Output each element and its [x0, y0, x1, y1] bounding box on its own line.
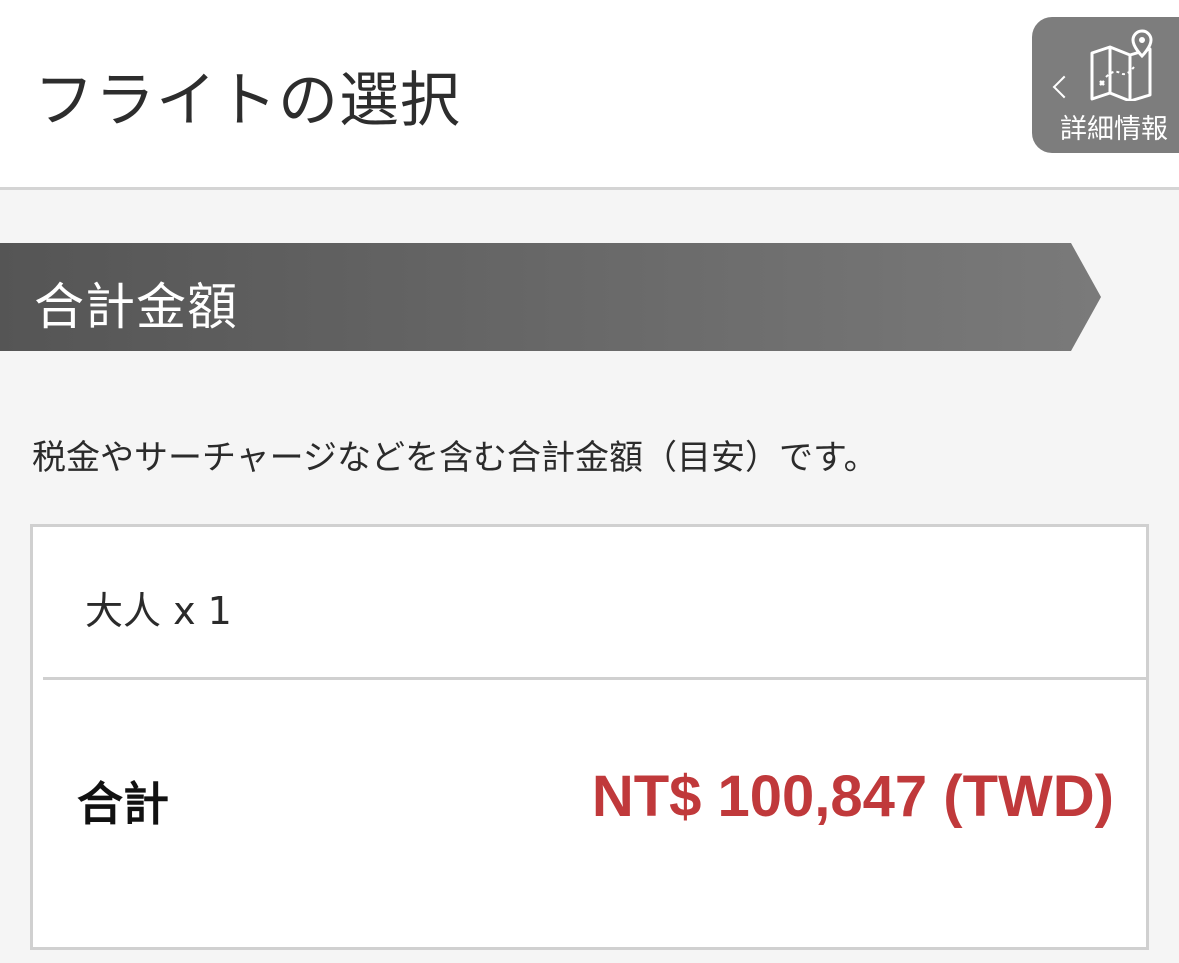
page-title: フライトの選択 — [34, 66, 461, 136]
map-icon — [1090, 29, 1153, 101]
divider — [43, 677, 1146, 680]
passenger-count: 大人 x 1 — [85, 589, 232, 633]
details-button-label: 詳細情報 — [1060, 114, 1168, 145]
total-amount: NT$ 100,847 (TWD) — [591, 764, 1114, 829]
section-banner: 合計金額 — [0, 243, 1101, 351]
passenger-row: 大人 x 1 — [33, 527, 1146, 679]
total-label: 合計 — [77, 777, 169, 831]
chevron-left-icon — [1052, 75, 1076, 99]
summary-card: 大人 x 1 合計 NT$ 100,847 (TWD) — [30, 524, 1149, 950]
section-title: 合計金額 — [34, 278, 238, 336]
details-button[interactable]: 詳細情報 — [1032, 17, 1179, 153]
header: フライトの選択 詳細情報 — [0, 0, 1179, 190]
description-text: 税金やサーチャージなどを含む合計金額（目安）です。 — [32, 438, 878, 478]
